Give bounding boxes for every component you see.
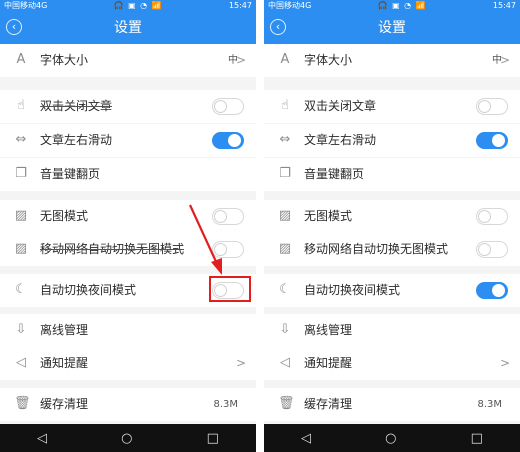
annotation-arrow (189, 204, 222, 275)
arrow-shaft (189, 204, 219, 267)
arrow-head (211, 258, 222, 275)
